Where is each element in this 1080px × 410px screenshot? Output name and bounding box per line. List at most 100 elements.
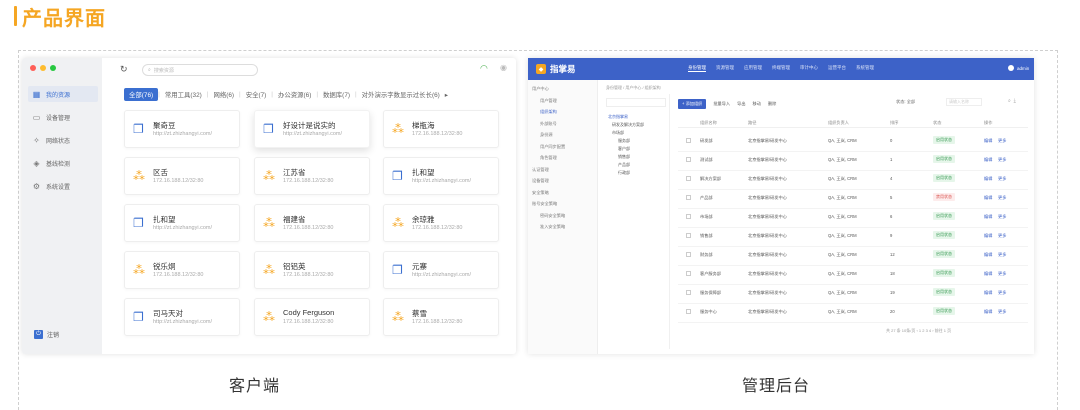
topnav-item[interactable]: 审计中心 [800,65,818,72]
tab-0[interactable]: 全部(76) [124,88,159,101]
admin-sidebar-item[interactable]: 设备管理 [532,178,549,184]
resource-card[interactable]: ❐ 扎和望 http://zt.zhizhangyi.com/ [124,204,240,242]
tab-1[interactable]: 常用工具(32) [160,90,207,99]
resource-card[interactable]: ⁂ 余琼雅 172.16.188.12/32:80 [383,204,499,242]
filter-search-input[interactable]: 请输入名称 [946,98,982,106]
sidebar-item-4[interactable]: ⚙ 系统设置 [28,178,98,194]
tab-more-icon[interactable]: ▸ [445,91,448,99]
topnav-item[interactable]: 系统管理 [856,65,874,72]
close-dot[interactable] [30,65,36,71]
tree-node[interactable]: 市场部 [612,130,624,136]
row-checkbox[interactable] [686,252,691,257]
topnav-item[interactable]: 运营平台 [828,65,846,72]
edit-link[interactable]: 编辑 [984,233,992,239]
resource-card[interactable]: ❐ 好设计是说实的 http://zt.zhizhangyi.com/ [254,110,370,148]
admin-sidebar-item[interactable]: 用户同步配置 [540,144,565,150]
resource-card[interactable]: ⁂ 福建省 172.16.188.12/32:80 [254,204,370,242]
topnav-item[interactable]: 应用管理 [744,65,762,72]
resource-card[interactable]: ❐ 扎和望 http://zt.zhizhangyi.com/ [383,157,499,195]
edit-link[interactable]: 编辑 [984,271,992,277]
toolbar-action[interactable]: 导出 [737,101,745,107]
wifi-icon[interactable]: ◠ [480,63,488,74]
maximize-dot[interactable] [50,65,56,71]
more-link[interactable]: 更多 [998,252,1006,258]
settings-icon[interactable]: ◉ [500,63,507,72]
edit-link[interactable]: 编辑 [984,214,992,220]
resource-card[interactable]: ⁂ 梯瓶海 172.16.188.12/32:80 [383,110,499,148]
row-checkbox[interactable] [686,233,691,238]
more-link[interactable]: 更多 [998,214,1006,220]
search-icon[interactable]: ⌕ [1008,98,1011,104]
search-input[interactable]: ⌕ 搜索资源 [142,64,258,76]
more-link[interactable]: 更多 [998,233,1006,239]
user-menu[interactable]: admin [1008,65,1029,71]
admin-sidebar-item[interactable]: 安全策略 [532,190,549,196]
tree-node[interactable]: 研发及解决方案部 [612,122,644,128]
more-link[interactable]: 更多 [998,309,1006,315]
tab-2[interactable]: 网络(6) [208,90,239,99]
edit-link[interactable]: 编辑 [984,195,992,201]
row-checkbox[interactable] [686,290,691,295]
admin-sidebar-item[interactable]: 身份源 [540,132,553,138]
topnav-item[interactable]: 身份管理 [688,65,706,72]
row-checkbox[interactable] [686,195,691,200]
download-icon[interactable]: ⤓ [1014,98,1016,104]
admin-sidebar-item[interactable]: 外部账号 [540,121,557,127]
sidebar-item-0[interactable]: ▦ 我的资源 [28,86,98,102]
status-filter[interactable]: 状态: 全部 [896,99,915,105]
tree-node[interactable]: 服务部 [618,138,630,144]
sidebar-item-2[interactable]: ✧ 网络状态 [28,132,98,148]
resource-card[interactable]: ⁂ 区舌 172.16.188.12/32:80 [124,157,240,195]
resource-card[interactable]: ⁂ 江苏省 172.16.188.12/32:80 [254,157,370,195]
more-link[interactable]: 更多 [998,157,1006,163]
table-row[interactable]: 服务中心 北京指掌易/研发中心 QA, 王岚, CRM 20 启用状态 编辑 更多 [678,301,1028,323]
admin-sidebar-item[interactable]: 密码安全策略 [540,213,565,219]
admin-sidebar-item[interactable]: 角色管理 [540,155,557,161]
tab-3[interactable]: 安全(7) [241,90,272,99]
admin-sidebar-item[interactable]: 用户中心 [532,86,549,92]
tree-node[interactable]: 行政部 [618,170,630,176]
admin-sidebar-item[interactable]: 准入安全策略 [540,224,565,230]
edit-link[interactable]: 编辑 [984,157,992,163]
more-link[interactable]: 更多 [998,290,1006,296]
more-link[interactable]: 更多 [998,271,1006,277]
more-link[interactable]: 更多 [998,176,1006,182]
admin-sidebar-item[interactable]: 组织架构 [540,109,557,115]
minimize-dot[interactable] [40,65,46,71]
resource-card[interactable]: ❐ 聚奇豆 http://zt.zhizhangyi.com/ [124,110,240,148]
tab-4[interactable]: 办公资源(6) [273,90,316,99]
edit-link[interactable]: 编辑 [984,176,992,182]
admin-sidebar-item[interactable]: 账号安全策略 [532,201,557,207]
row-checkbox[interactable] [686,214,691,219]
row-checkbox[interactable] [686,271,691,276]
refresh-icon[interactable]: ↻ [120,64,128,75]
topnav-item[interactable]: 终端管理 [772,65,790,72]
edit-link[interactable]: 编辑 [984,309,992,315]
tree-search-input[interactable] [606,98,666,107]
row-checkbox[interactable] [686,138,691,143]
edit-link[interactable]: 编辑 [984,138,992,144]
toolbar-action[interactable]: 批量导入 [713,101,730,107]
more-link[interactable]: 更多 [998,195,1006,201]
sidebar-item-3[interactable]: ◈ 基线检测 [28,155,98,171]
resource-card[interactable]: ⁂ Cody Ferguson 172.16.188.12/32:80 [254,298,370,336]
sidebar-item-1[interactable]: ▭ 设备管理 [28,109,98,125]
row-checkbox[interactable] [686,176,691,181]
edit-link[interactable]: 编辑 [984,252,992,258]
row-checkbox[interactable] [686,157,691,162]
tree-node[interactable]: 北京指掌易 [608,114,628,120]
resource-card[interactable]: ⁂ 铝铝英 172.16.188.12/32:80 [254,251,370,289]
logout-button[interactable]: ⏻ 注销 [34,330,59,339]
resource-card[interactable]: ⁂ 锐乐炯 172.16.188.12/32:80 [124,251,240,289]
pagination[interactable]: 共 27 条 10条/页 ‹ 1 2 3 4 › 前往 1 页 [886,328,951,334]
more-link[interactable]: 更多 [998,138,1006,144]
resource-card[interactable]: ⁂ 蔡雪 172.16.188.12/32:80 [383,298,499,336]
tree-node[interactable]: 销售部 [618,154,630,160]
row-checkbox[interactable] [686,309,691,314]
topnav-item[interactable]: 资源管理 [716,65,734,72]
tree-node[interactable]: 客户部 [618,146,630,152]
edit-link[interactable]: 编辑 [984,290,992,296]
tree-node[interactable]: 产品部 [618,162,630,168]
resource-card[interactable]: ❐ 司马天对 http://zt.zhizhangyi.com/ [124,298,240,336]
add-org-button[interactable]: + 添加组织 [678,99,707,109]
